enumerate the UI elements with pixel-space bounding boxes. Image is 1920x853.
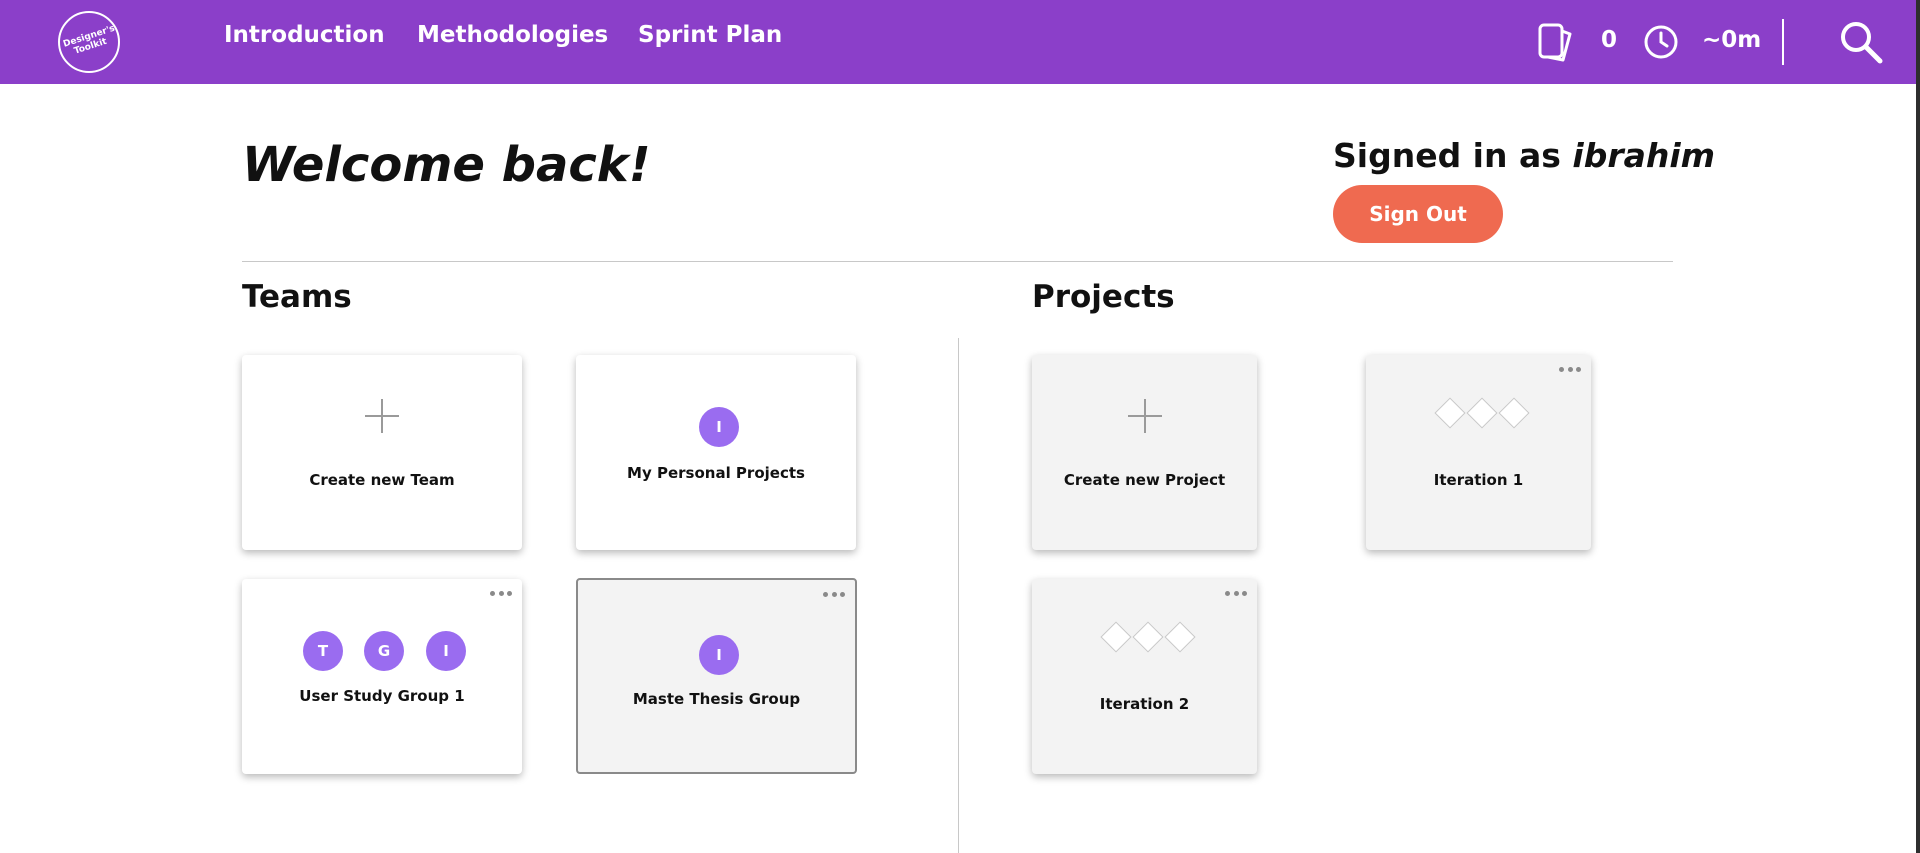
avatar: I bbox=[426, 631, 466, 671]
nav-sprint-plan[interactable]: Sprint Plan bbox=[638, 22, 782, 48]
sign-out-button[interactable]: Sign Out bbox=[1333, 185, 1503, 243]
signed-in-prefix: Signed in as bbox=[1333, 136, 1573, 175]
avatar: I bbox=[699, 407, 739, 447]
top-nav-bar: Designer's Toolkit Introduction Methodol… bbox=[0, 0, 1920, 84]
project-thumbnail bbox=[1099, 621, 1196, 653]
window-edge bbox=[1916, 0, 1920, 853]
project-name: Iteration 2 bbox=[1099, 695, 1190, 713]
card-count: 0 bbox=[1601, 27, 1618, 53]
avatar: I bbox=[699, 635, 739, 675]
nav-introduction[interactable]: Introduction bbox=[224, 22, 385, 48]
username: ibrahim bbox=[1572, 136, 1716, 175]
plus-icon bbox=[1127, 399, 1162, 433]
nav-methodologies[interactable]: Methodologies bbox=[417, 22, 608, 48]
create-team-label: Create new Team bbox=[309, 471, 455, 489]
create-project-label: Create new Project bbox=[1063, 471, 1226, 489]
team-name: Maste Thesis Group bbox=[632, 690, 801, 708]
project-card[interactable]: Iteration 2 bbox=[1032, 579, 1257, 774]
project-name: Iteration 1 bbox=[1433, 471, 1524, 489]
more-options-icon[interactable] bbox=[1225, 589, 1247, 597]
cards-icon[interactable] bbox=[1534, 22, 1576, 64]
more-options-icon[interactable] bbox=[823, 590, 845, 598]
section-divider bbox=[958, 338, 959, 853]
projects-title: Projects bbox=[1032, 279, 1175, 315]
create-team-card[interactable]: Create new Team bbox=[242, 355, 522, 550]
logo-text: Designer's Toolkit bbox=[62, 23, 117, 57]
project-thumbnail bbox=[1433, 397, 1530, 429]
team-name: My Personal Projects bbox=[627, 464, 805, 482]
welcome-title: Welcome back! bbox=[242, 137, 651, 193]
avatar: T bbox=[303, 631, 343, 671]
more-options-icon[interactable] bbox=[1559, 365, 1581, 373]
more-options-icon[interactable] bbox=[490, 589, 512, 597]
logo[interactable]: Designer's Toolkit bbox=[58, 11, 120, 73]
divider bbox=[242, 261, 1673, 262]
plus-icon bbox=[365, 399, 399, 433]
project-card[interactable]: Iteration 1 bbox=[1366, 355, 1591, 550]
avatar: G bbox=[364, 631, 404, 671]
time-estimate: ~0m bbox=[1702, 27, 1762, 53]
team-card[interactable]: I My Personal Projects bbox=[576, 355, 856, 550]
search-icon[interactable] bbox=[1838, 19, 1884, 65]
header-divider bbox=[1782, 19, 1784, 65]
team-name: User Study Group 1 bbox=[299, 687, 465, 705]
signed-in-text: Signed in as ibrahim bbox=[1333, 136, 1715, 175]
team-card[interactable]: T G I User Study Group 1 bbox=[242, 579, 522, 774]
create-project-card[interactable]: Create new Project bbox=[1032, 355, 1257, 550]
team-card-selected[interactable]: I Maste Thesis Group bbox=[576, 578, 857, 774]
teams-title: Teams bbox=[242, 279, 352, 315]
clock-icon bbox=[1644, 25, 1678, 59]
